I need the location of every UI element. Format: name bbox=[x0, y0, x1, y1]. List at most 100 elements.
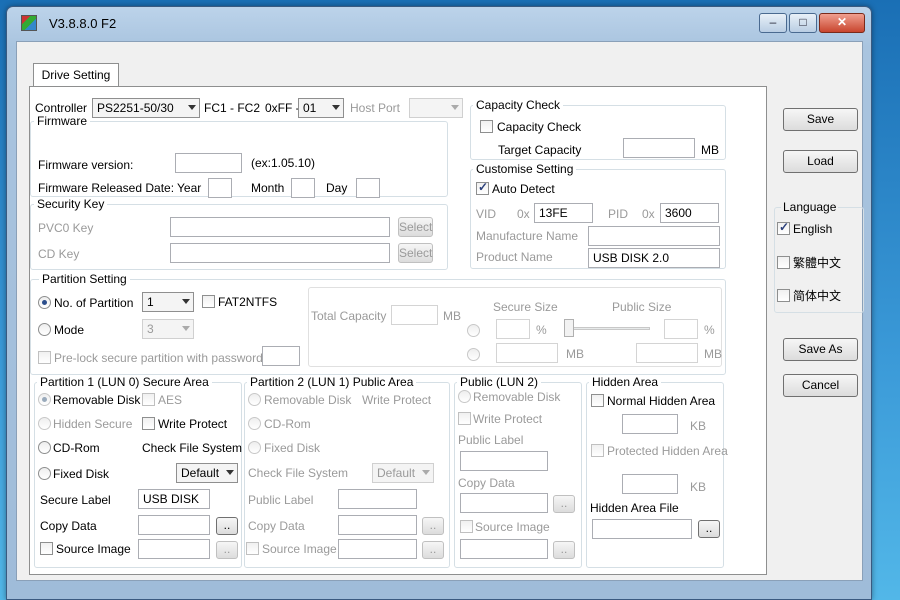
lun0-aes-checkbox[interactable] bbox=[142, 393, 155, 406]
fat2ntfs-label: FAT2NTFS bbox=[218, 295, 278, 309]
no-of-partition-select[interactable]: 1 bbox=[142, 292, 194, 312]
pvc0-key-input[interactable] bbox=[170, 217, 390, 237]
lun0-source-image-input[interactable] bbox=[138, 539, 210, 559]
manufacture-name-input[interactable] bbox=[588, 226, 720, 246]
lun1-fixed-radio[interactable] bbox=[248, 441, 261, 454]
firmware-version-input[interactable] bbox=[175, 153, 242, 173]
lun1-copy-data-browse-button[interactable]: .. bbox=[422, 517, 444, 535]
size-slider-thumb[interactable] bbox=[564, 319, 574, 337]
lun1-fs-select[interactable]: Default bbox=[372, 463, 434, 483]
fat2ntfs-checkbox[interactable] bbox=[202, 295, 215, 308]
pre-lock-label: Pre-lock secure partition with password … bbox=[54, 351, 270, 365]
lun1-copy-data-input[interactable] bbox=[338, 515, 417, 535]
minimize-icon[interactable]: – bbox=[759, 13, 787, 33]
cd-key-select-button[interactable]: Select bbox=[398, 243, 433, 263]
lun1-public-label-input[interactable] bbox=[338, 489, 417, 509]
lun0-secure-label-input[interactable]: USB DISK bbox=[138, 489, 210, 509]
host-port-select[interactable] bbox=[409, 98, 463, 118]
public-mb-input[interactable] bbox=[636, 343, 698, 363]
hidden-area-file-input[interactable] bbox=[592, 519, 692, 539]
lun1-source-image-checkbox[interactable] bbox=[246, 542, 259, 555]
normal-hidden-size-input[interactable] bbox=[622, 414, 678, 434]
capacity-check-checkbox[interactable] bbox=[480, 120, 493, 133]
total-capacity-input[interactable] bbox=[391, 305, 438, 325]
product-name-label: Product Name bbox=[476, 250, 553, 264]
cancel-button[interactable]: Cancel bbox=[783, 374, 858, 397]
pid-input[interactable]: 3600 bbox=[660, 203, 719, 223]
vid-input[interactable]: 13FE bbox=[534, 203, 593, 223]
lun2-copy-data-browse-button[interactable]: .. bbox=[553, 495, 575, 513]
lun2-copy-data-label: Copy Data bbox=[458, 476, 515, 490]
normal-hidden-area-checkbox[interactable] bbox=[591, 394, 604, 407]
tab-drive-setting[interactable]: Drive Setting bbox=[33, 63, 119, 87]
language-english-checkbox[interactable] bbox=[777, 220, 790, 235]
cd-key-label: CD Key bbox=[38, 247, 80, 261]
mode-select[interactable]: 3 bbox=[142, 319, 194, 339]
app-icon bbox=[21, 15, 37, 31]
lun2-public-label-input[interactable] bbox=[460, 451, 548, 471]
lun2-source-image-browse-button[interactable]: .. bbox=[553, 541, 575, 559]
mb-radio[interactable] bbox=[467, 348, 480, 361]
controller-select[interactable]: PS2251-50/30 bbox=[92, 98, 200, 118]
year-input[interactable] bbox=[208, 178, 232, 198]
vid-label: VID bbox=[476, 207, 497, 221]
protected-hidden-size-input[interactable] bbox=[622, 474, 678, 494]
lun1-public-label-label: Public Label bbox=[248, 493, 314, 507]
pre-lock-checkbox[interactable] bbox=[38, 351, 51, 364]
lun0-copy-data-input[interactable] bbox=[138, 515, 210, 535]
auto-detect-checkbox[interactable] bbox=[476, 180, 489, 195]
maximize-icon[interactable]: □ bbox=[789, 13, 817, 33]
lun0-source-image-checkbox[interactable] bbox=[40, 542, 53, 555]
lun0-hidden-secure-radio[interactable] bbox=[38, 417, 51, 430]
lun1-source-image-browse-button[interactable]: .. bbox=[422, 541, 444, 559]
protected-hidden-area-checkbox[interactable] bbox=[591, 444, 604, 457]
lun2-removable-radio[interactable] bbox=[458, 390, 471, 403]
mode-radio[interactable] bbox=[38, 323, 51, 336]
no-of-partition-value: 1 bbox=[147, 295, 154, 309]
save-as-button[interactable]: Save As bbox=[783, 338, 858, 361]
language-simplified-chinese-checkbox[interactable] bbox=[777, 289, 790, 302]
pvc0-select-button[interactable]: Select bbox=[398, 217, 433, 237]
language-traditional-chinese-label: 繁體中文 bbox=[793, 256, 842, 270]
lun0-fixed-radio[interactable] bbox=[38, 467, 51, 480]
lun1-cdrom-radio[interactable] bbox=[248, 417, 261, 430]
lun0-write-protect-checkbox[interactable] bbox=[142, 417, 155, 430]
hidden-area-file-label: Hidden Area File bbox=[590, 501, 679, 515]
xff-value: 01 bbox=[303, 101, 317, 115]
secure-size-label: Secure Size bbox=[493, 300, 558, 314]
month-input[interactable] bbox=[291, 178, 315, 198]
load-button[interactable]: Load bbox=[783, 150, 858, 173]
lun1-fs-value: Default bbox=[377, 466, 416, 480]
lun1-source-image-input[interactable] bbox=[338, 539, 417, 559]
pvc0-key-label: PVC0 Key bbox=[38, 221, 94, 235]
lun0-source-image-browse-button[interactable]: .. bbox=[216, 541, 238, 559]
chevron-down-icon bbox=[451, 105, 459, 110]
lun0-check-fs-label: Check File System bbox=[142, 441, 243, 455]
product-name-input[interactable]: USB DISK 2.0 bbox=[588, 248, 720, 268]
cd-key-input[interactable] bbox=[170, 243, 390, 263]
close-icon[interactable]: ✕ bbox=[819, 13, 865, 33]
secure-mb-input[interactable] bbox=[496, 343, 558, 363]
target-capacity-input[interactable] bbox=[623, 138, 695, 158]
lun0-fs-select[interactable]: Default bbox=[176, 463, 238, 483]
public-percent-input[interactable] bbox=[664, 319, 698, 339]
lun2-write-protect-checkbox[interactable] bbox=[458, 412, 471, 425]
lun0-copy-data-browse-button[interactable]: .. bbox=[216, 517, 238, 535]
xff-select[interactable]: 01 bbox=[298, 98, 344, 118]
secure-percent-input[interactable] bbox=[496, 319, 530, 339]
lun0-hidden-secure-label: Hidden Secure bbox=[53, 417, 133, 431]
lun2-source-image-input[interactable] bbox=[460, 539, 548, 559]
lun1-removable-radio[interactable] bbox=[248, 393, 261, 406]
save-button[interactable]: Save bbox=[783, 108, 858, 131]
day-input[interactable] bbox=[356, 178, 380, 198]
hidden-area-file-browse-button[interactable]: .. bbox=[698, 520, 720, 538]
lun0-cdrom-radio[interactable] bbox=[38, 441, 51, 454]
language-traditional-chinese-checkbox[interactable] bbox=[777, 256, 790, 269]
pre-lock-password-input[interactable] bbox=[262, 346, 300, 366]
size-slider-track[interactable] bbox=[564, 327, 650, 330]
lun0-removable-radio[interactable] bbox=[38, 393, 51, 406]
lun2-copy-data-input[interactable] bbox=[460, 493, 548, 513]
lun2-source-image-checkbox[interactable] bbox=[460, 520, 473, 533]
no-of-partition-radio[interactable] bbox=[38, 296, 51, 309]
percent-radio[interactable] bbox=[467, 324, 480, 337]
